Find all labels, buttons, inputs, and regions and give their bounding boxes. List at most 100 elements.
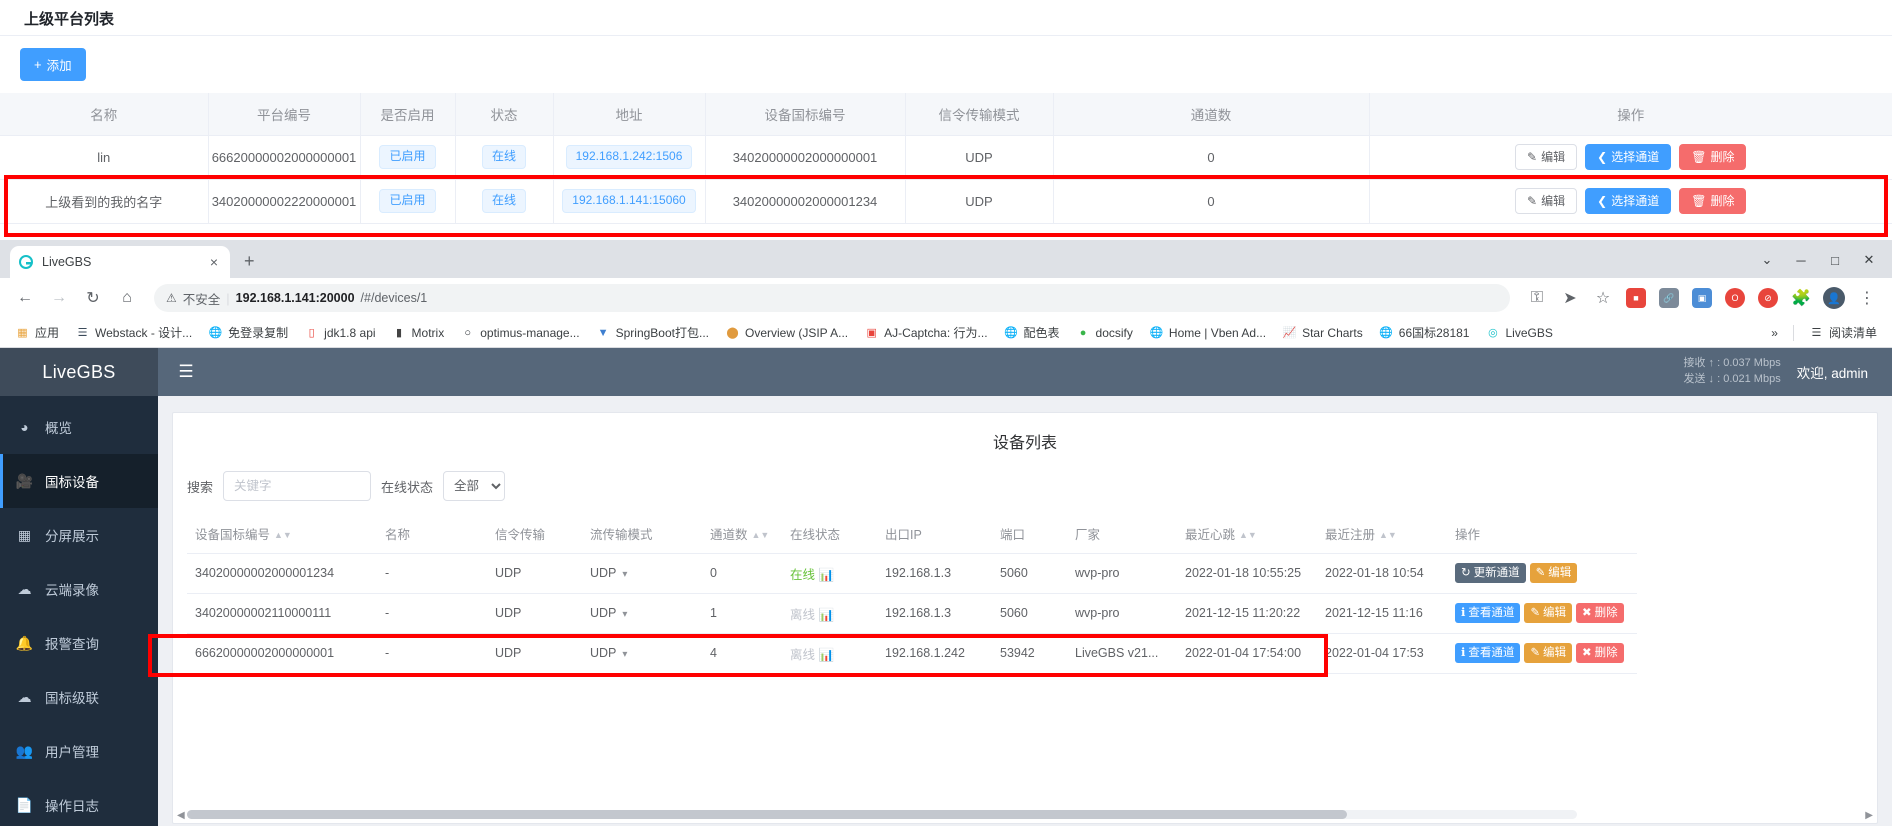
- bookmark-copy[interactable]: 🌐 免登录复制: [201, 321, 295, 344]
- bookmark-apps[interactable]: ▦ 应用: [8, 321, 66, 344]
- cell-stream[interactable]: UDP▾: [582, 633, 702, 673]
- bookmark-livegbs[interactable]: ◎ LiveGBS: [1478, 322, 1559, 343]
- add-button[interactable]: + 添加: [20, 48, 86, 81]
- select-channel-button[interactable]: ❮ 选择通道: [1585, 144, 1671, 170]
- bookmark-starcharts[interactable]: 📈 Star Charts: [1275, 322, 1370, 343]
- new-tab-button[interactable]: +: [244, 252, 255, 270]
- scroll-right-arrow[interactable]: ▶: [1865, 810, 1873, 821]
- bookmark-motrix[interactable]: ▮ Motrix: [385, 322, 452, 343]
- edit-button[interactable]: ✎编辑: [1530, 563, 1578, 583]
- scroll-left-arrow[interactable]: ◀: [177, 810, 185, 821]
- bookmark-webstack[interactable]: ☰ Webstack - 设计...: [68, 321, 199, 344]
- bookmarks-overflow-button[interactable]: »: [1764, 323, 1785, 343]
- col-last-heartbeat[interactable]: 最近心跳▲▼: [1177, 515, 1317, 553]
- col-address[interactable]: 地址: [553, 93, 705, 135]
- extension-red-icon[interactable]: ■: [1621, 283, 1651, 313]
- col-platform-id[interactable]: 平台编号: [208, 93, 360, 135]
- edit-button[interactable]: ✎编辑: [1524, 603, 1572, 623]
- bookmark-docsify[interactable]: ● docsify: [1069, 322, 1140, 343]
- table-row[interactable]: 66620000002000000001 - UDP UDP▾ 4 离线 📊 1…: [187, 633, 1637, 673]
- cell-stream[interactable]: UDP▾: [582, 593, 702, 633]
- home-icon[interactable]: ⌂: [112, 283, 142, 313]
- col-name[interactable]: 名称: [377, 515, 487, 553]
- view-channel-button[interactable]: ℹ查看通道: [1455, 643, 1520, 663]
- table-row[interactable]: 34020000002000001234 - UDP UDP▾ 0 在线 📊 1…: [187, 553, 1637, 593]
- col-name[interactable]: 名称: [0, 93, 208, 135]
- sidebar-item-overview[interactable]: ◕ 概览: [0, 400, 158, 454]
- sidebar-item-split-screen[interactable]: ▦ 分屏展示: [0, 508, 158, 562]
- sidebar-item-alarm-query[interactable]: 🔔 报警查询: [0, 616, 158, 670]
- close-icon[interactable]: ×: [206, 254, 222, 270]
- key-icon[interactable]: ⚿: [1522, 283, 1552, 313]
- forward-icon[interactable]: →: [44, 283, 74, 313]
- star-icon[interactable]: ☆: [1588, 283, 1618, 313]
- edit-button[interactable]: ✎ 编辑: [1515, 188, 1577, 214]
- col-vendor[interactable]: 厂家: [1067, 515, 1177, 553]
- more-menu-icon[interactable]: ⋮: [1852, 283, 1882, 313]
- app-logo[interactable]: LiveGBS: [0, 348, 158, 396]
- view-channel-button[interactable]: ℹ查看通道: [1455, 603, 1520, 623]
- col-status[interactable]: 状态: [455, 93, 553, 135]
- bookmark-vben[interactable]: 🌐 Home | Vben Ad...: [1142, 322, 1273, 343]
- block-icon[interactable]: ⊘: [1753, 283, 1783, 313]
- col-last-register[interactable]: 最近注册▲▼: [1317, 515, 1447, 553]
- scrollbar-thumb[interactable]: [187, 810, 1347, 819]
- online-status-select[interactable]: 全部: [443, 471, 505, 501]
- sidebar-item-operation-log[interactable]: 📄 操作日志: [0, 778, 158, 826]
- bookmark-jsip[interactable]: ⬤ Overview (JSIP A...: [718, 322, 855, 343]
- device-table-scroll[interactable]: 设备国标编号▲▼ 名称 信令传输 流传输模式 通道数▲▼ 在线状态 出口IP 端…: [173, 515, 1877, 674]
- link-icon[interactable]: 🔗: [1654, 283, 1684, 313]
- bookmark-palette[interactable]: 🌐 配色表: [997, 321, 1067, 344]
- signal-chart-icon[interactable]: 📊: [819, 648, 835, 662]
- sidebar-item-gb-cascade[interactable]: ☁ 国标级联: [0, 670, 158, 724]
- maximize-button[interactable]: □: [1820, 248, 1850, 272]
- delete-button[interactable]: ✖删除: [1576, 603, 1624, 623]
- bookmark-springboot[interactable]: ▼ SpringBoot打包...: [589, 321, 716, 344]
- search-input[interactable]: [223, 471, 371, 501]
- opera-icon[interactable]: O: [1720, 283, 1750, 313]
- update-channel-button[interactable]: ↻更新通道: [1455, 563, 1526, 583]
- col-signal-transport[interactable]: 信令传输: [487, 515, 582, 553]
- col-transport[interactable]: 信令传输模式: [905, 93, 1053, 135]
- signal-chart-icon[interactable]: 📊: [819, 608, 835, 622]
- reload-icon[interactable]: ↻: [78, 283, 108, 313]
- browser-tab-livegbs[interactable]: LiveGBS ×: [10, 246, 230, 278]
- signal-chart-icon[interactable]: 📊: [819, 568, 835, 582]
- delete-button[interactable]: ✖删除: [1576, 643, 1624, 663]
- col-port[interactable]: 端口: [992, 515, 1067, 553]
- close-window-button[interactable]: ✕: [1854, 248, 1884, 272]
- col-enabled[interactable]: 是否启用: [360, 93, 455, 135]
- hamburger-icon[interactable]: ☰: [158, 348, 214, 396]
- address-bar[interactable]: ⚠ 不安全 | 192.168.1.141:20000/#/devices/1: [154, 284, 1510, 312]
- delete-button[interactable]: 🗑 删除: [1679, 144, 1746, 170]
- bookmark-ajcaptcha[interactable]: ▣ AJ-Captcha: 行为...: [857, 321, 994, 344]
- horizontal-scrollbar[interactable]: [187, 810, 1577, 819]
- minimize-button[interactable]: ─: [1786, 248, 1816, 272]
- sidebar-item-user-management[interactable]: 👥 用户管理: [0, 724, 158, 778]
- send-icon[interactable]: ➤: [1555, 283, 1585, 313]
- col-online-status[interactable]: 在线状态: [782, 515, 877, 553]
- table-row[interactable]: lin 66620000002000000001 已启用 在线 192.168.…: [0, 135, 1892, 179]
- sidebar-item-cloud-record[interactable]: ☁ 云端录像: [0, 562, 158, 616]
- col-gb-id[interactable]: 设备国标编号▲▼: [187, 515, 377, 553]
- col-channels[interactable]: 通道数: [1053, 93, 1369, 135]
- edit-button[interactable]: ✎ 编辑: [1515, 144, 1577, 170]
- select-channel-button[interactable]: ❮ 选择通道: [1585, 188, 1671, 214]
- welcome-user[interactable]: 欢迎, admin: [1797, 348, 1892, 396]
- reading-list-button[interactable]: ☰ 阅读清单: [1802, 321, 1884, 344]
- warning-triangle-icon[interactable]: ⚠: [166, 291, 177, 305]
- table-row[interactable]: 上级看到的我的名字 34020000002220000001 已启用 在线 19…: [0, 179, 1892, 223]
- col-exit-ip[interactable]: 出口IP: [877, 515, 992, 553]
- app-icon[interactable]: ▣: [1687, 283, 1717, 313]
- sidebar-item-gb-devices[interactable]: 🎥 国标设备: [0, 454, 158, 508]
- avatar-icon[interactable]: 👤: [1819, 283, 1849, 313]
- bookmark-optimus[interactable]: ○ optimus-manage...: [453, 322, 586, 343]
- back-icon[interactable]: ←: [10, 283, 40, 313]
- delete-button[interactable]: 🗑 删除: [1679, 188, 1746, 214]
- bookmark-jdk[interactable]: ▯ jdk1.8 api: [297, 322, 382, 343]
- col-channels[interactable]: 通道数▲▼: [702, 515, 782, 553]
- table-row[interactable]: 34020000002110000111 - UDP UDP▾ 1 离线 📊 1…: [187, 593, 1637, 633]
- col-stream-mode[interactable]: 流传输模式: [582, 515, 702, 553]
- edit-button[interactable]: ✎编辑: [1524, 643, 1572, 663]
- address-badge[interactable]: 192.168.1.141:15060: [562, 189, 695, 213]
